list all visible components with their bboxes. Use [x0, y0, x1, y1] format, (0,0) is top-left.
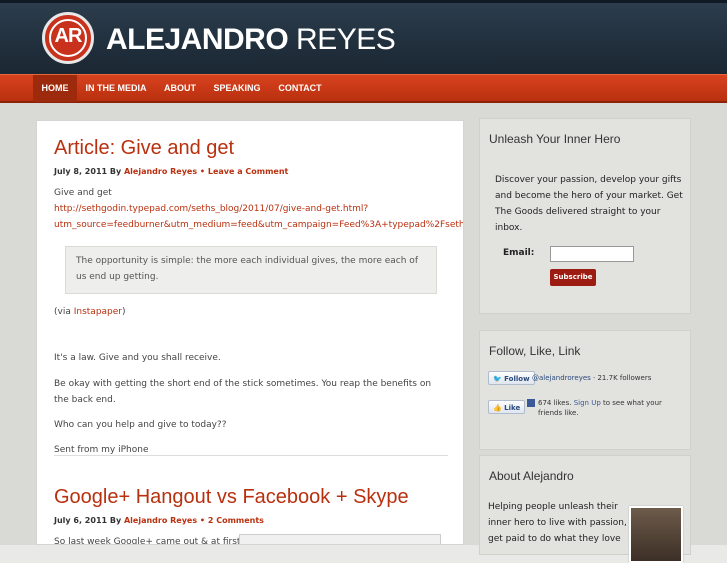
post-meta: July 8, 2011 By Alejandro Reyes • Leave …	[54, 167, 288, 176]
post-comment-link[interactable]: 2 Comments	[208, 516, 264, 525]
widget-follow: Follow, Like, Link 🐦 Follow @alejandrore…	[479, 330, 691, 450]
followers-count: · 21.7K followers	[593, 374, 652, 382]
meta-bullet: •	[199, 516, 206, 525]
like-thumb-icon: 👍	[493, 404, 502, 412]
widget-text: Discover your passion, develop your gift…	[495, 175, 683, 233]
site-title-last: REYES	[296, 23, 396, 56]
facebook-icon	[527, 399, 535, 407]
main-nav: HOME IN THE MEDIA ABOUT SPEAKING CONTACT	[0, 74, 727, 103]
post-paragraph: It's a law. Give and you shall receive.	[54, 353, 221, 363]
post-meta: July 6, 2011 By Alejandro Reyes • 2 Comm…	[54, 516, 264, 525]
logo-icon[interactable]: AR	[42, 12, 94, 64]
logo-text: AR	[54, 25, 83, 47]
post-author-link[interactable]: Alejandro Reyes	[124, 167, 197, 176]
like-label: Like	[504, 404, 521, 412]
site-title-first: ALEJANDRO	[106, 23, 289, 56]
signup-link[interactable]: Sign Up	[574, 399, 601, 407]
meta-bullet: •	[199, 167, 206, 176]
nav-item-about[interactable]: ABOUT	[157, 75, 203, 102]
avatar	[629, 506, 683, 563]
follow-label: Follow	[504, 375, 530, 383]
twitter-handle-row: @alejandroreyes · 21.7K followers	[532, 373, 651, 383]
nav-item-in-the-media[interactable]: IN THE MEDIA	[81, 75, 151, 102]
site-title[interactable]: ALEJANDRO REYES	[106, 23, 396, 57]
likes-count: 674 likes.	[538, 399, 572, 407]
post-by: By	[109, 516, 122, 525]
post-line: Give and get	[54, 188, 112, 198]
email-label: Email:	[503, 248, 535, 258]
post-by: By	[109, 167, 122, 176]
post-url-line1[interactable]: http://sethgodin.typepad.com/seths_blog/…	[54, 201, 454, 217]
via-link[interactable]: Instapaper	[74, 307, 122, 317]
subscribe-button[interactable]: Subscribe	[550, 269, 596, 286]
post-paragraph: Be okay with getting the short end of th…	[54, 379, 432, 405]
widget-title: Follow, Like, Link	[489, 344, 581, 358]
nav-item-speaking[interactable]: SPEAKING	[207, 75, 267, 102]
twitter-handle-link[interactable]: @alejandroreyes	[532, 374, 591, 382]
nav-item-contact[interactable]: CONTACT	[272, 75, 328, 102]
widget-inner-hero: Unleash Your Inner Hero Discover your pa…	[479, 118, 691, 314]
post-divider	[54, 455, 448, 456]
post-screenshot-image[interactable]	[239, 534, 441, 544]
post-paragraph: Who can you help and give to today??	[54, 420, 227, 430]
widget-about: About Alejandro Helping people unleash t…	[479, 455, 691, 563]
post-author-link[interactable]: Alejandro Reyes	[124, 516, 197, 525]
nav-item-home[interactable]: HOME	[33, 75, 77, 102]
post-title[interactable]: Article: Give and get	[54, 137, 234, 160]
post-date: July 6, 2011	[54, 516, 108, 525]
twitter-follow-button[interactable]: 🐦 Follow	[488, 371, 535, 385]
post-comment-link[interactable]: Leave a Comment	[208, 167, 289, 176]
site-header: AR ALEJANDRO REYES	[0, 0, 727, 74]
post-title[interactable]: Google+ Hangout vs Facebook + Skype	[54, 486, 409, 509]
widget-title: About Alejandro	[489, 469, 574, 483]
post-date: July 8, 2011	[54, 167, 108, 176]
widget-text: Helping people unleash their inner hero …	[488, 502, 627, 544]
post-via: (via Instapaper)	[54, 304, 454, 320]
facebook-likes-text: 674 likes. Sign Up to see what your frie…	[538, 398, 688, 418]
twitter-bird-icon: 🐦	[493, 375, 502, 383]
via-prefix: (via	[54, 307, 71, 317]
post-blockquote: The opportunity is simple: the more each…	[65, 246, 437, 294]
post-url-line2[interactable]: utm_source=feedburner&utm_medium=feed&ut…	[54, 217, 463, 233]
email-field[interactable]	[550, 246, 634, 262]
facebook-like-button[interactable]: 👍 Like	[488, 400, 526, 414]
widget-title: Unleash Your Inner Hero	[489, 132, 621, 146]
main-content: Article: Give and get July 8, 2011 By Al…	[36, 120, 464, 545]
via-suffix: )	[122, 307, 126, 317]
